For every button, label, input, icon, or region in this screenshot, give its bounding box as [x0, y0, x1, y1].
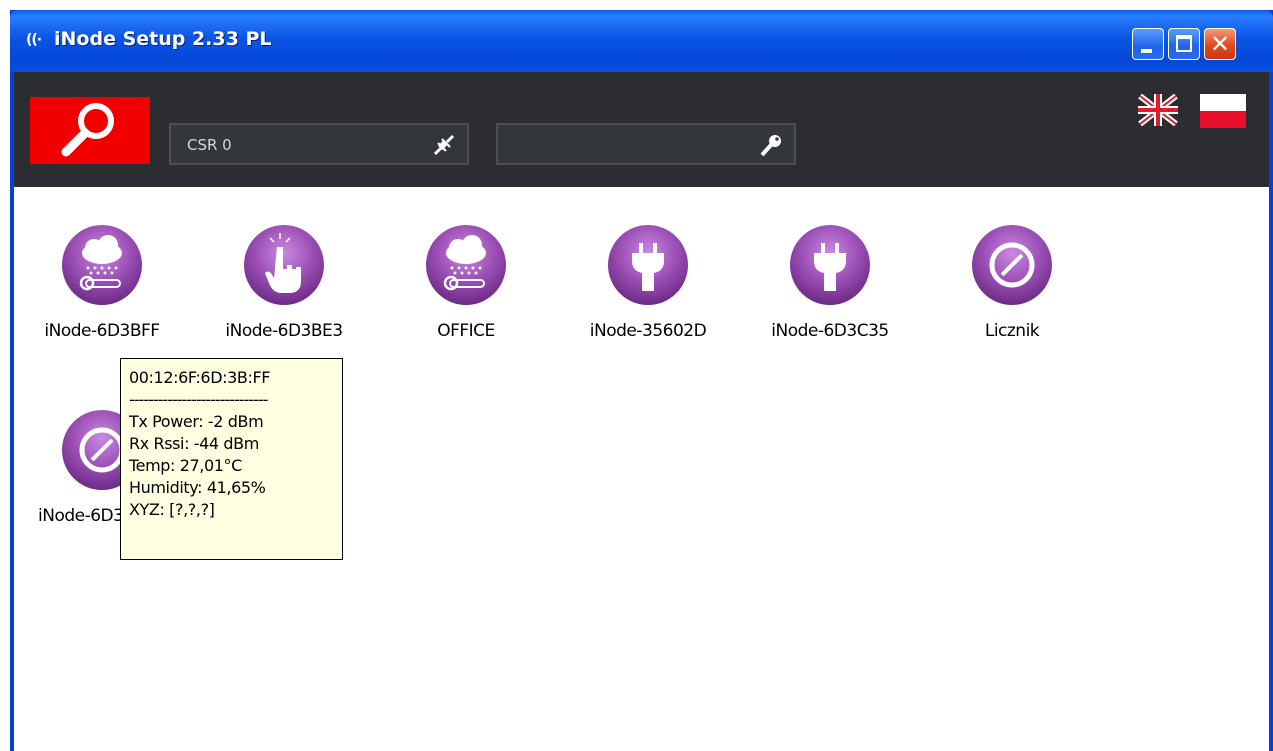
device-label: Licznik: [984, 321, 1040, 341]
device-item[interactable]: iNode-6D3C35: [770, 223, 890, 343]
device-tooltip: 00:12:6F:6D:3B:FF ----------------------…: [120, 358, 343, 560]
device-item[interactable]: iNode-35602D: [588, 223, 708, 343]
title-bar[interactable]: ((· iNode Setup 2.33 PL ✕: [10, 10, 1273, 72]
device-label: iNode-6D3C35: [771, 321, 889, 341]
language-english-flag[interactable]: [1138, 94, 1178, 126]
maximize-button[interactable]: [1168, 28, 1200, 60]
tooltip-rx-rssi: Rx Rssi: -44 dBm: [129, 434, 259, 453]
close-icon: ✕: [1209, 30, 1231, 58]
language-polish-flag[interactable]: [1200, 94, 1246, 128]
plug-icon: [608, 225, 688, 305]
weather-sensor-icon: [426, 225, 506, 305]
magnifier-icon: [61, 103, 114, 157]
app-window: ((· iNode Setup 2.33 PL ✕ CSR 0 iNode-6D…: [10, 10, 1273, 751]
device-item[interactable]: iNode-6D3BFF: [42, 223, 162, 343]
device-item[interactable]: iNode-6D3BE3: [224, 223, 344, 343]
tooltip-humidity: Humidity: 41,65%: [129, 478, 266, 497]
maximize-icon: [1176, 35, 1192, 52]
minimize-icon: [1141, 49, 1152, 53]
weather-sensor-icon: [62, 225, 142, 305]
tooltip-xyz: XYZ: [?,?,?]: [129, 500, 215, 519]
toolbar: CSR 0: [14, 72, 1269, 187]
client-area: CSR 0 iNode-6D3BFF iNode-6D3BE3 OFFICE i…: [14, 72, 1269, 751]
connection-field[interactable]: CSR 0: [169, 123, 469, 165]
search-button[interactable]: [30, 97, 150, 164]
device-item[interactable]: Licznik: [952, 223, 1072, 343]
device-item[interactable]: OFFICE: [406, 223, 526, 343]
tooltip-mac: 00:12:6F:6D:3B:FF: [129, 368, 271, 387]
app-wireless-icon: ((·: [26, 32, 42, 48]
key-field[interactable]: [496, 123, 796, 165]
close-button[interactable]: ✕: [1204, 28, 1236, 60]
minimize-button[interactable]: [1132, 28, 1164, 60]
touch-icon: [244, 225, 324, 305]
window-title: iNode Setup 2.33 PL: [54, 28, 272, 50]
meter-icon: [972, 225, 1052, 305]
tooltip-tx-power: Tx Power: -2 dBm: [129, 412, 264, 431]
tooltip-separator: -----------------------------: [129, 390, 268, 409]
device-label: iNode-6D3BE3: [225, 321, 343, 341]
connection-field-value: CSR 0: [187, 136, 232, 154]
device-label: OFFICE: [437, 321, 495, 341]
device-label: iNode-35602D: [589, 321, 707, 341]
device-label: iNode-6D3BFF: [44, 321, 160, 341]
key-icon[interactable]: [756, 130, 786, 160]
tooltip-temp: Temp: 27,01°C: [129, 456, 242, 475]
plug-connect-icon[interactable]: [429, 130, 459, 160]
plug-icon: [790, 225, 870, 305]
